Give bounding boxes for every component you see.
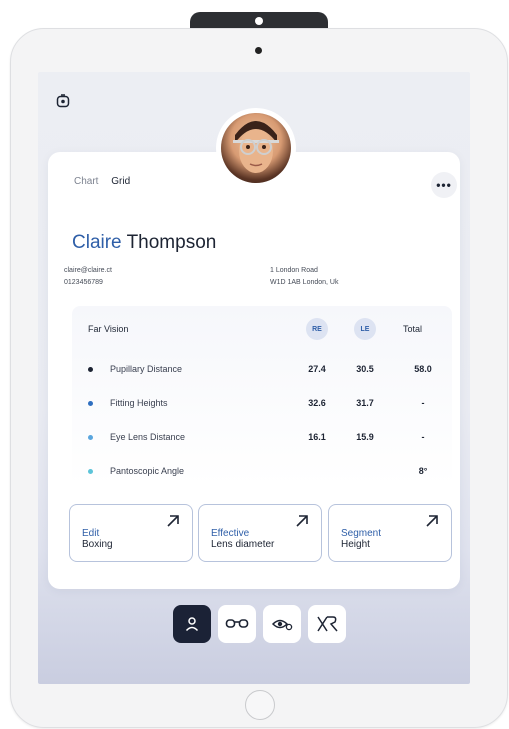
patient-email[interactable]: claire@claire.ct xyxy=(64,265,112,277)
row-dot xyxy=(88,469,93,474)
arrow-up-right-icon xyxy=(167,515,179,527)
measure-label: Fitting Heights xyxy=(110,398,168,408)
view-switcher: Chart Grid xyxy=(74,176,140,187)
more-options-button[interactable]: ••• xyxy=(431,172,457,198)
tab-grid[interactable]: Grid xyxy=(111,176,130,187)
contact-info: claire@claire.ct 0123456789 xyxy=(64,265,112,289)
segment-height-button[interactable]: Segment Height xyxy=(328,504,452,562)
person-icon xyxy=(185,617,199,632)
front-camera xyxy=(255,47,262,54)
action-title: Segment xyxy=(341,528,382,539)
measure-label: Pupillary Distance xyxy=(110,364,183,374)
table-row[interactable]: Eye Lens Distance 16.1 15.9 - xyxy=(48,430,460,450)
xr-logo-icon xyxy=(317,616,338,632)
action-title: Edit xyxy=(82,528,100,539)
nav-profile-button[interactable] xyxy=(173,605,211,643)
nav-xr-button[interactable] xyxy=(308,605,346,643)
camera-lens xyxy=(255,17,263,25)
row-dot xyxy=(88,435,93,440)
left-eye-value: 30.5 xyxy=(356,364,374,374)
left-eye-value: 15.9 xyxy=(356,432,374,442)
address-line-1: 1 London Road xyxy=(270,267,318,274)
table-row[interactable]: Fitting Heights 32.6 31.7 - xyxy=(48,396,460,416)
left-eye-value: 31.7 xyxy=(356,398,374,408)
measure-label: Eye Lens Distance xyxy=(110,432,186,442)
table-row[interactable]: Pantoscopic Angle 8° xyxy=(48,464,460,484)
action-subtitle: Boxing xyxy=(82,539,113,550)
total-value: - xyxy=(421,432,425,442)
nav-eye-settings-button[interactable] xyxy=(263,605,301,643)
right-eye-badge: RE xyxy=(306,318,328,340)
address-info: 1 London Road W1D 1AB London, Uk xyxy=(270,265,338,289)
total-header: Total xyxy=(403,324,423,334)
home-button[interactable] xyxy=(245,690,275,720)
action-subtitle: Lens diameter xyxy=(211,539,275,550)
action-title: Effective xyxy=(211,528,250,539)
row-dot xyxy=(88,401,93,406)
address-line-2: W1D 1AB London, Uk xyxy=(270,279,339,286)
patient-name: Claire Thompson xyxy=(72,232,216,254)
row-dot xyxy=(88,367,93,372)
edit-boxing-button[interactable]: Edit Boxing xyxy=(69,504,193,562)
glasses-icon xyxy=(225,619,249,628)
total-value: 8° xyxy=(418,466,428,476)
face-illustration xyxy=(233,121,279,173)
patient-first-name: Claire xyxy=(72,232,122,253)
patient-avatar[interactable] xyxy=(221,113,291,183)
effective-lens-diameter-button[interactable]: Effective Lens diameter xyxy=(198,504,322,562)
vision-title: Far Vision xyxy=(88,324,129,334)
tab-chart[interactable]: Chart xyxy=(74,176,98,187)
measure-label: Pantoscopic Angle xyxy=(110,466,185,476)
right-eye-value: 27.4 xyxy=(308,364,326,374)
eye-settings-icon xyxy=(271,619,293,631)
right-eye-value: 16.1 xyxy=(308,432,326,442)
patient-last-name: Thompson xyxy=(126,232,217,253)
patient-phone[interactable]: 0123456789 xyxy=(64,277,112,289)
arrow-up-right-icon xyxy=(426,515,438,527)
right-eye-value: 32.6 xyxy=(308,398,326,408)
table-row[interactable]: Pupillary Distance 27.4 30.5 58.0 xyxy=(48,362,460,382)
action-subtitle: Height xyxy=(341,539,370,550)
arrow-up-right-icon xyxy=(296,515,308,527)
left-eye-badge: LE xyxy=(354,318,376,340)
avatar-frame xyxy=(216,108,296,188)
nav-glasses-button[interactable] xyxy=(218,605,256,643)
total-value: 58.0 xyxy=(414,364,432,374)
scan-icon[interactable] xyxy=(56,94,70,108)
total-value: - xyxy=(421,398,425,408)
app-screen: Chart Grid ••• Claire Thompson claire@cl… xyxy=(38,72,470,684)
patient-card: Chart Grid ••• Claire Thompson claire@cl… xyxy=(48,152,460,589)
